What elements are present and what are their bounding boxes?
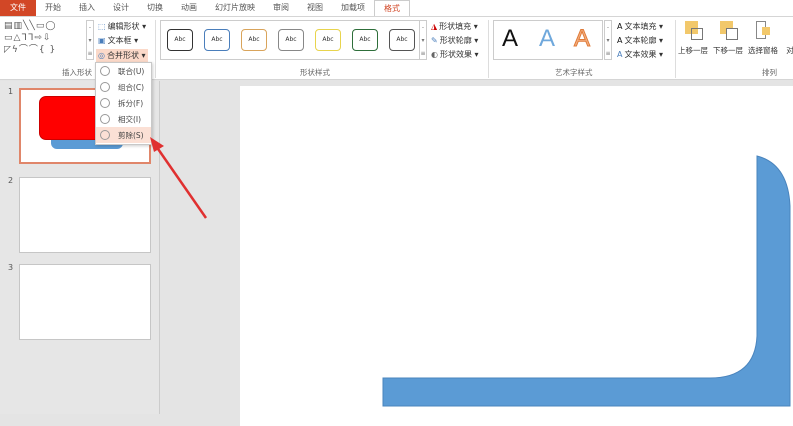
shape-style-preset[interactable]: Abc [278,29,304,51]
slide-thumbnail-3[interactable] [19,264,151,340]
fragment-icon [100,98,110,108]
shape-outline-button[interactable]: ✎ 形状轮廓 ▾ [431,34,478,47]
pen-icon: ✎ [431,36,438,45]
slide-thumbnail-2[interactable] [19,177,151,253]
subtracted-shape[interactable] [240,86,793,426]
menu-item-union[interactable]: 联合(U) [96,63,151,79]
intersect-icon [100,114,110,124]
combine-icon [100,82,110,92]
wordart-gallery: A A A [493,20,603,60]
slide-number: 1 [8,87,14,96]
group-label-wordart: 艺术字样式 [555,68,593,77]
shape-style-preset[interactable]: Abc [241,29,267,51]
shape-style-preset[interactable]: Abc [204,29,230,51]
text-effects-icon: A [617,50,623,59]
shape-style-preset[interactable]: Abc [389,29,415,51]
slide-number: 2 [8,176,14,185]
shape-fill-button[interactable]: ◮ 形状填充 ▾ [431,20,478,33]
ribbon-tabs: 文件 开始 插入 设计 切换 动画 幻灯片放映 审阅 视图 加载项 格式 [0,0,793,16]
align-icon [786,19,793,41]
tab-transitions[interactable]: 切换 [138,0,172,16]
shape-style-preset[interactable]: Abc [167,29,193,51]
divider [488,20,489,78]
bring-forward-button[interactable]: 上移一层 [678,19,708,56]
merge-shapes-icon: ◎ [98,51,105,60]
effects-icon: ◐ [431,50,438,59]
divider [155,20,156,78]
wordart-preset[interactable]: A [539,25,555,53]
tab-slideshow[interactable]: 幻灯片放映 [206,0,264,16]
align-button[interactable]: 对 [786,19,793,56]
shape-styles-gallery: Abc Abc Abc Abc Abc Abc Abc [160,20,425,60]
shape-style-preset[interactable]: Abc [352,29,378,51]
tab-animations[interactable]: 动画 [172,0,206,16]
tab-format[interactable]: 格式 [374,0,410,16]
text-box-icon: ▣ [98,36,106,45]
merge-shapes-menu: 联合(U) 组合(C) 拆分(F) 相交(I) 剪除(S) [95,62,152,145]
subtract-icon [100,130,110,140]
shapes-gallery[interactable]: ▤▥╲╲▭◯ ▭△ᒣᒣ⇨⇩ ◸ϟ⌒⌒{ } [4,20,94,60]
tab-addins[interactable]: 加载项 [332,0,374,16]
paint-bucket-icon: ◮ [431,22,438,31]
menu-item-intersect[interactable]: 相交(I) [96,111,151,127]
text-effects-button[interactable]: A 文本效果 ▾ [617,48,663,61]
edit-shape-icon: ⬚ [98,22,106,31]
tab-file[interactable]: 文件 [0,0,36,16]
text-box-button[interactable]: ▣ 文本框 ▾ [98,34,138,47]
wordart-preset[interactable]: A [573,25,590,53]
shape-effects-button[interactable]: ◐ 形状效果 ▾ [431,48,479,61]
shape-styles-scroll[interactable]: - ▾ ≡ [419,20,427,60]
selection-pane-icon [753,19,773,41]
slide-number: 3 [8,263,14,272]
group-label-arrange: 排列 [762,68,777,77]
text-outline-button[interactable]: A 文本轮廓 ▾ [617,34,663,47]
merge-shapes-button[interactable]: ◎ 合并形状 ▾ [96,49,148,62]
menu-item-fragment[interactable]: 拆分(F) [96,95,151,111]
tab-home[interactable]: 开始 [36,0,70,16]
shapes-gallery-scroll[interactable]: - ▾ ≡ [86,20,94,60]
tab-view[interactable]: 视图 [298,0,332,16]
group-label-shape-styles: 形状样式 [300,68,330,77]
tab-insert[interactable]: 插入 [70,0,104,16]
menu-item-combine[interactable]: 组合(C) [96,79,151,95]
shape-style-preset[interactable]: Abc [315,29,341,51]
text-fill-button[interactable]: A 文本填充 ▾ [617,20,663,33]
edit-shape-button[interactable]: ⬚ 编辑形状 ▾ [98,20,146,33]
tab-review[interactable]: 审阅 [264,0,298,16]
tab-design[interactable]: 设计 [104,0,138,16]
text-outline-icon: A [617,36,623,45]
wordart-scroll[interactable]: - ▾ ≡ [604,20,612,60]
text-fill-icon: A [617,22,623,31]
union-icon [100,66,110,76]
send-backward-button[interactable]: 下移一层 [713,19,743,56]
group-label-insert-shapes: 插入形状 [62,68,92,77]
selection-pane-button[interactable]: 选择窗格 [748,19,778,56]
menu-item-subtract[interactable]: 剪除(S) [96,127,151,143]
wordart-preset[interactable]: A [502,25,518,53]
bring-forward-icon [683,19,703,41]
slide-canvas[interactable] [240,86,793,426]
send-backward-icon [718,19,738,41]
divider [675,20,676,78]
